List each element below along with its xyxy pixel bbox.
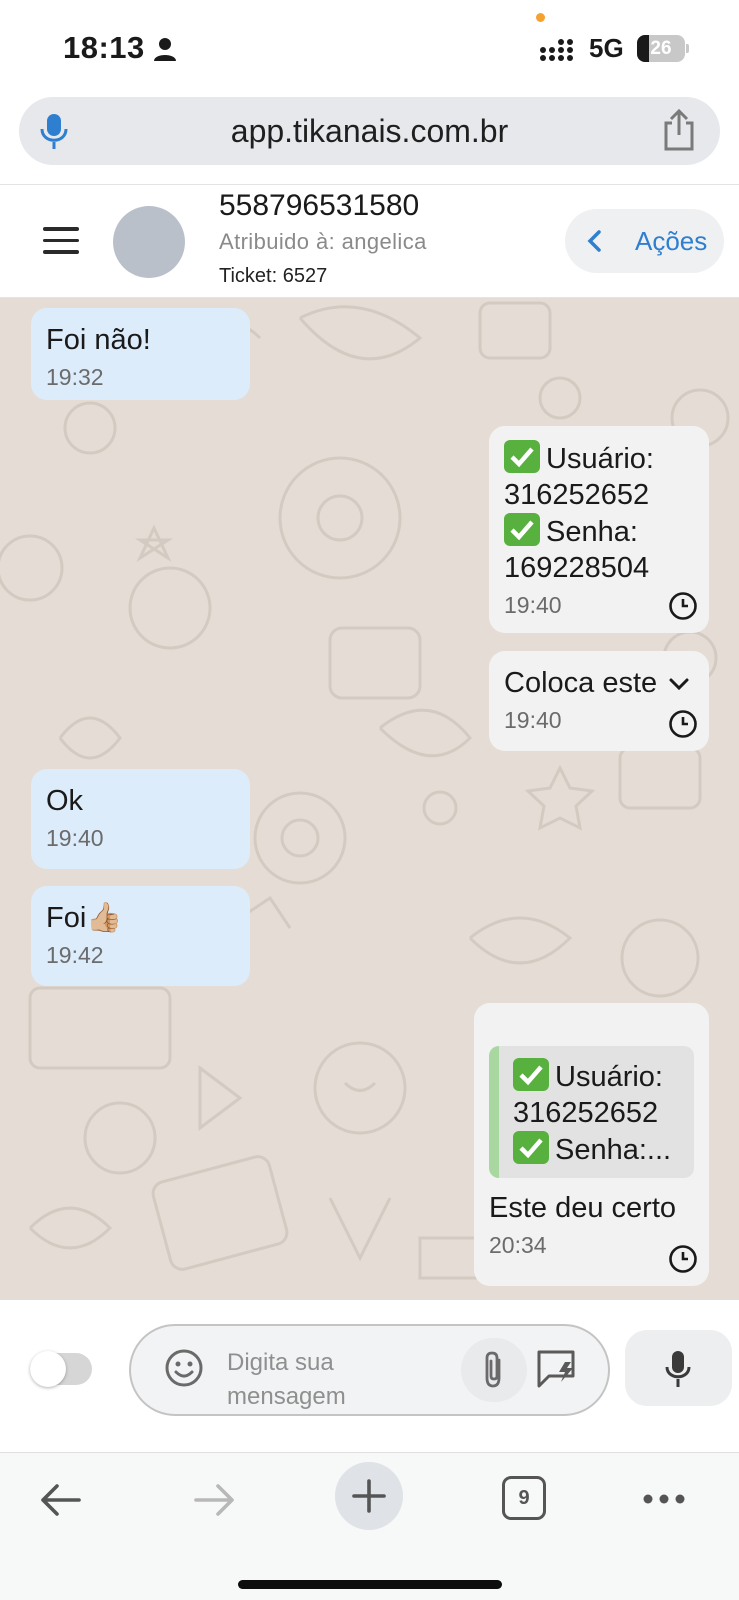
actions-label: Ações [635,226,708,256]
chevron-left-icon [587,230,601,252]
quick-reply-icon[interactable] [535,1348,579,1390]
tabs-icon[interactable]: 9 [502,1476,546,1520]
menu-icon[interactable] [43,227,79,255]
check-mark-icon [504,440,540,473]
back-arrow-icon[interactable] [37,1480,83,1520]
message-time: 19:32 [46,364,104,390]
clock-icon [669,710,697,738]
quote-password-label: Senha:... [555,1134,672,1166]
browser-toolbar: 9 [0,1452,739,1600]
battery-icon: 26 [637,35,689,62]
message-bubble-incoming[interactable]: Foi👍🏼 19:42 [31,886,250,986]
message-composer: Digita sua mensagem [0,1300,739,1452]
message-time: 19:40 [504,592,562,618]
quote-bar [489,1046,499,1178]
message-time: 19:42 [46,942,104,968]
signal-bars-icon [540,39,573,61]
voice-record-button[interactable] [625,1330,732,1406]
password-value: 169228504 [504,552,650,584]
message-text: Ok [46,785,84,817]
message-bubble-incoming[interactable]: Foi não! 19:32 [31,308,250,400]
message-bubble-outgoing[interactable]: Coloca este 19:40 [489,651,709,751]
network-type: 5G [589,33,624,63]
quote-user-value: 316252652 [513,1097,659,1129]
placeholder-line-1: Digita sua [227,1349,334,1376]
actions-button[interactable]: Ações [565,209,724,273]
message-text: Este deu certo [489,1192,676,1224]
message-bubble-outgoing[interactable]: Usuário: 316252652 Senha:... Este deu ce… [474,1003,709,1286]
url-text[interactable]: app.tikanais.com.br [99,97,640,165]
battery-level: 26 [650,38,672,59]
new-tab-button[interactable] [335,1462,403,1530]
mic-icon[interactable] [37,112,71,150]
message-text: Coloca este [504,667,658,699]
message-text: Foi👍🏼 [46,902,123,934]
more-dots-icon[interactable] [642,1493,686,1505]
message-time: 19:40 [504,707,562,733]
clock-icon [669,1245,697,1273]
quote-user-label: Usuário: [555,1061,663,1093]
status-bar: 18:13 5G 26 [0,0,739,92]
message-time: 19:40 [46,825,104,851]
check-mark-icon [504,513,540,546]
message-text: Foi não! [46,324,151,356]
status-time: 18:13 [63,30,145,65]
message-placeholder: Digita sua mensagem [227,1346,367,1414]
clock-icon [669,592,697,620]
quoted-message[interactable]: Usuário: 316252652 Senha:... [489,1046,694,1178]
mic-icon [665,1351,691,1387]
message-input[interactable]: Digita sua mensagem [129,1324,610,1416]
chat-area[interactable]: Foi não! 19:32 Usuário: 316252652 Senha:… [0,298,739,1300]
message-time: 20:34 [489,1232,547,1258]
emoji-icon[interactable] [164,1348,204,1388]
placeholder-line-2: mensagem [227,1383,346,1410]
forward-arrow-icon[interactable] [192,1480,238,1520]
password-label: Senha: [546,516,638,548]
check-mark-icon [513,1058,549,1091]
chevron-down-icon[interactable] [668,677,690,691]
chat-header: 558796531580 Atribuido à: angelica Ticke… [0,184,739,298]
privacy-indicator-dot [536,13,545,22]
user-label: Usuário: [546,443,654,475]
message-bubble-outgoing[interactable]: Usuário: 316252652 Senha: 169228504 19:4… [489,426,709,633]
plus-icon [352,1479,386,1513]
quoted-text: Usuário: 316252652 Senha:... [513,1058,682,1168]
message-bubble-incoming[interactable]: Ok 19:40 [31,769,250,869]
person-icon [154,38,176,61]
check-mark-icon [513,1131,549,1164]
paperclip-icon [485,1351,501,1388]
home-indicator[interactable] [238,1580,502,1589]
contact-name: 558796531580 [219,189,420,222]
avatar[interactable] [113,206,185,278]
address-bar[interactable]: app.tikanais.com.br [19,97,720,165]
ticket-number: Ticket: 6527 [219,265,328,287]
attach-button[interactable] [461,1338,527,1402]
message-text: Usuário: 316252652 Senha: 169228504 [504,440,694,586]
user-value: 316252652 [504,479,650,511]
share-icon[interactable] [660,109,698,151]
signature-toggle[interactable] [30,1351,92,1387]
assigned-agent: Atribuido à: angelica [219,229,427,254]
